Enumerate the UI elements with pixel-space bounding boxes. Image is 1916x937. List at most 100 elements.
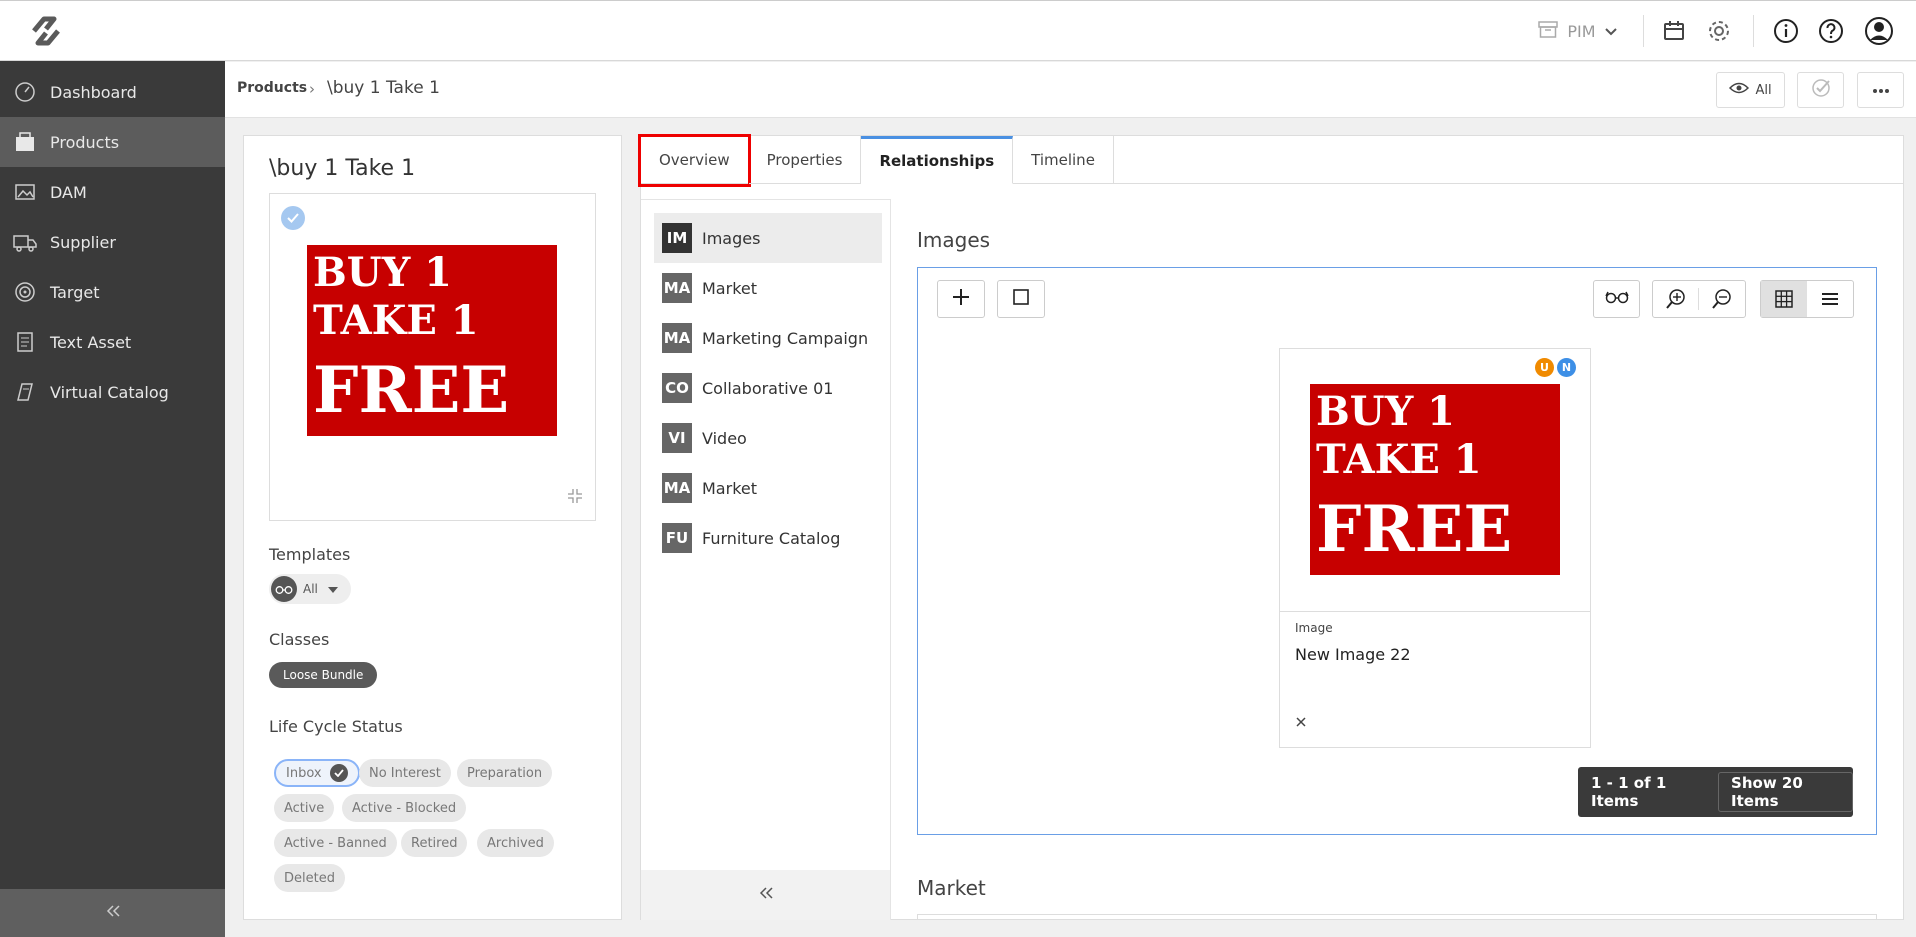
glasses-icon — [271, 576, 297, 602]
checkbox-icon — [1013, 289, 1029, 309]
breadcrumb-root[interactable]: Products — [237, 80, 307, 96]
sidebar-item-virtual-catalog[interactable]: Virtual Catalog — [0, 367, 225, 417]
calendar-icon[interactable] — [1658, 15, 1690, 47]
sidebar-item-products[interactable]: Products — [0, 117, 225, 167]
chevron-down-icon — [1604, 22, 1618, 41]
sidebar-item-supplier[interactable]: Supplier — [0, 217, 225, 267]
promo-line: FREE — [1316, 492, 1513, 567]
relationship-item-furniture-catalog[interactable]: FU Furniture Catalog — [654, 513, 882, 563]
class-chip[interactable]: Loose Bundle — [269, 662, 378, 688]
preview-button[interactable] — [1593, 280, 1640, 318]
relationship-badge: MA — [662, 273, 692, 303]
tab-overview[interactable]: Overview — [638, 134, 751, 187]
classes-label: Classes — [269, 630, 330, 649]
sidebar-item-label: Virtual Catalog — [50, 382, 169, 402]
product-image: BUY 1 TAKE 1 FREE — [307, 245, 557, 436]
asset-type: Image — [1295, 621, 1333, 635]
templates-selector[interactable]: All — [269, 574, 351, 604]
lifecycle-chip[interactable]: Active - Blocked — [342, 794, 467, 822]
product-summary-panel: \buy 1 Take 1 BUY 1 TAKE 1 FREE Template… — [243, 135, 622, 920]
more-options-button[interactable] — [1857, 72, 1904, 108]
user-icon[interactable] — [1862, 15, 1896, 47]
relationship-item-market[interactable]: MA Market — [654, 263, 882, 313]
status-badge-u: U — [1535, 358, 1554, 377]
lifecycle-chip[interactable]: Retired — [401, 829, 468, 857]
main-panel: Overview Properties Relationships Timeli… — [638, 134, 1904, 920]
relationship-item-marketing-campaign[interactable]: MA Marketing Campaign — [654, 313, 882, 363]
relationship-item-market[interactable]: MA Market — [654, 463, 882, 513]
lifecycle-chip[interactable]: Active - Banned — [274, 829, 397, 857]
sidebar-item-target[interactable]: Target — [0, 267, 225, 317]
sub-header: Products › \buy 1 Take 1 All — [225, 62, 1916, 118]
relationship-list-collapse-button[interactable] — [641, 870, 890, 920]
sidebar-item-label: DAM — [50, 182, 87, 202]
relationship-item-images[interactable]: IM Images — [654, 213, 882, 263]
zoom-out-icon[interactable] — [1699, 288, 1745, 310]
relationship-label: Market — [702, 278, 757, 298]
lifecycle-chip[interactable]: No Interest — [359, 759, 451, 787]
close-icon[interactable] — [1295, 714, 1307, 732]
module-selector[interactable]: PIM — [1530, 15, 1625, 47]
lifecycle-chip-inbox[interactable]: Inbox — [274, 759, 360, 787]
box-icon — [1537, 19, 1559, 43]
market-section — [917, 914, 1877, 920]
double-chevron-left-icon — [105, 904, 121, 922]
logo-icon[interactable] — [24, 13, 68, 49]
view-filter-button[interactable]: All — [1716, 72, 1785, 108]
plus-icon — [952, 288, 970, 310]
check-icon[interactable] — [281, 206, 305, 230]
sidebar: Dashboard Products DAM Supplier Target T… — [0, 61, 225, 937]
relationship-label: Furniture Catalog — [702, 528, 841, 548]
relationship-label: Images — [702, 228, 761, 248]
tab-timeline[interactable]: Timeline — [1013, 136, 1114, 184]
add-button[interactable] — [937, 280, 985, 318]
page-size-button[interactable]: Show 20 Items — [1718, 772, 1853, 812]
zoom-controls — [1652, 280, 1746, 318]
status-badge-n: N — [1557, 358, 1576, 377]
sidebar-collapse-button[interactable] — [0, 889, 225, 937]
grid-view-icon[interactable] — [1761, 281, 1807, 317]
relationship-badge: MA — [662, 323, 692, 353]
tab-relationships[interactable]: Relationships — [861, 136, 1014, 184]
lifecycle-chip[interactable]: Preparation — [457, 759, 553, 787]
relationship-item-video[interactable]: VI Video — [654, 413, 882, 463]
lifecycle-chip[interactable]: Active — [274, 794, 335, 822]
list-view-icon[interactable] — [1807, 292, 1853, 306]
promo-line: BUY 1 — [1316, 388, 1456, 435]
help-icon[interactable] — [1815, 15, 1847, 47]
product-image-box[interactable]: BUY 1 TAKE 1 FREE — [269, 193, 596, 521]
dashboard-icon — [12, 79, 38, 105]
info-icon[interactable] — [1770, 15, 1802, 47]
relationship-item-collaborative-01[interactable]: CO Collaborative 01 — [654, 363, 882, 413]
relationship-label: Video — [702, 428, 747, 448]
lifecycle-chip[interactable]: Archived — [477, 829, 554, 857]
sidebar-item-label: Target — [50, 282, 100, 302]
tab-properties[interactable]: Properties — [748, 136, 862, 184]
zoom-in-icon[interactable] — [1653, 288, 1699, 310]
double-chevron-left-icon — [758, 886, 774, 904]
select-all-button[interactable] — [997, 280, 1045, 318]
divider — [1643, 15, 1644, 47]
asset-card[interactable]: U N BUY 1 TAKE 1 FREE Image New Image 22 — [1279, 348, 1591, 748]
tab-bar: Overview Properties Relationships Timeli… — [638, 134, 1114, 187]
sidebar-item-label: Text Asset — [50, 332, 132, 352]
gear-icon[interactable] — [1703, 15, 1735, 47]
pagination: 1 - 1 of 1 Items Show 20 Items — [1578, 767, 1853, 817]
relationship-badge: CO — [662, 373, 692, 403]
images-section-heading: Images — [917, 228, 991, 252]
catalog-icon — [12, 379, 38, 405]
relationship-badge: VI — [662, 423, 692, 453]
pagination-info: 1 - 1 of 1 Items — [1591, 774, 1667, 810]
view-mode-toggle — [1760, 280, 1854, 318]
lifecycle-chip[interactable]: Deleted — [274, 864, 345, 892]
products-icon — [12, 129, 38, 155]
collapse-arrows-icon[interactable] — [567, 488, 583, 508]
sidebar-item-text-asset[interactable]: Text Asset — [0, 317, 225, 367]
sidebar-item-dashboard[interactable]: Dashboard — [0, 67, 225, 117]
relationship-badge: IM — [662, 223, 692, 253]
truck-icon — [12, 229, 38, 255]
sidebar-item-dam[interactable]: DAM — [0, 167, 225, 217]
image-icon — [12, 179, 38, 205]
validate-button[interactable] — [1797, 72, 1844, 108]
relationship-list: IM Images MA Market MA Marketing Campaig… — [641, 199, 891, 920]
